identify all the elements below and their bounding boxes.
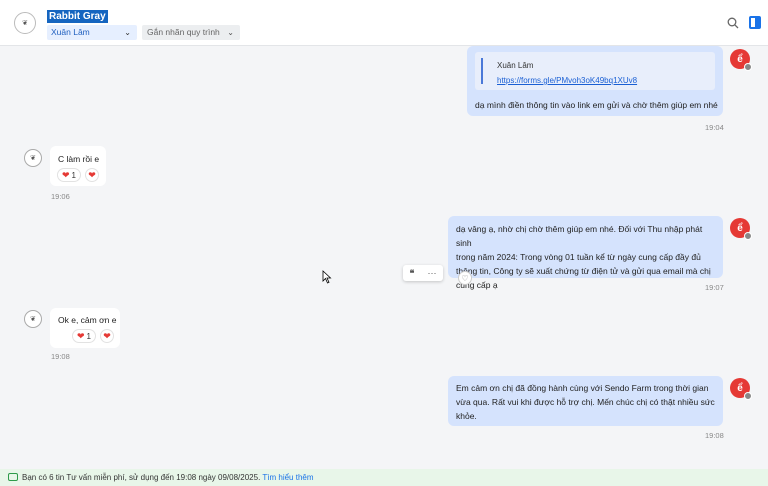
more-icon[interactable]: ···	[427, 268, 436, 278]
message-time: 19:04	[705, 123, 724, 132]
customer-avatar: ❦	[24, 310, 42, 328]
label-dropdown[interactable]: Gắn nhãn quy trình ⌄	[142, 25, 240, 40]
quoted-message[interactable]: Xuân Lâm https://forms.gle/PMvoh3oK49bq1…	[475, 52, 715, 90]
add-reaction-button[interactable]: ❤	[85, 168, 99, 182]
reaction-count: 1	[86, 331, 91, 341]
message-line: cung cấp ạ	[456, 280, 498, 290]
message-line: vừa qua. Rất vui khi được hỗ trợ chị. Mế…	[456, 397, 715, 407]
like-button[interactable]: ♡	[458, 271, 472, 285]
message-text: C làm rồi e	[58, 154, 100, 164]
quote-icon[interactable]: ❝	[410, 268, 415, 279]
learn-more-link[interactable]: Tìm hiểu thêm	[262, 473, 313, 482]
message-time: 19:07	[705, 283, 724, 292]
chat-header: ❦ Rabbit Gray Xuân Lâm ⌄ Gắn nhãn quy tr…	[0, 0, 768, 46]
contact-avatar[interactable]: ❦	[14, 12, 36, 34]
quote-author: Xuân Lâm	[497, 61, 534, 70]
message-line: thông tin, Công ty sẽ xuất chứng từ điện…	[456, 266, 711, 276]
message-bubble-outgoing[interactable]: Xuân Lâm https://forms.gle/PMvoh3oK49bq1…	[467, 46, 723, 116]
label-placeholder: Gắn nhãn quy trình	[147, 27, 220, 37]
assignee-label: Xuân Lâm	[51, 27, 90, 37]
reaction-bar[interactable]: ❤ 1 ❤	[57, 168, 99, 182]
message-line: trong năm 2024: Trong vòng 01 tuần kể từ…	[456, 252, 701, 262]
message-text: dạ mình điền thông tin vào link em gửi v…	[475, 100, 718, 110]
chevron-down-icon: ⌄	[227, 28, 234, 37]
free-consult-banner: Bạn có 6 tin Tư vấn miễn phí, sử dụng đế…	[0, 469, 768, 486]
message-line: dạ vâng ạ, nhờ chị chờ thêm giúp em nhé.…	[456, 224, 703, 248]
quote-link[interactable]: https://forms.gle/PMvoh3oK49bq1XUv8	[497, 74, 637, 88]
message-bubble-incoming[interactable]: C làm rồi e ❤ 1 ❤	[50, 146, 106, 186]
farm-logo-icon: ❦	[30, 154, 36, 162]
search-icon[interactable]	[727, 17, 739, 29]
contact-name[interactable]: Rabbit Gray	[47, 10, 108, 23]
mouse-cursor-icon	[322, 270, 332, 284]
heart-icon: ❤	[88, 170, 96, 180]
message-text: Ok e, cảm ơn e	[58, 315, 117, 325]
agent-avatar: ể	[730, 49, 752, 71]
agent-avatar: ể	[730, 378, 752, 400]
message-line: Em cảm ơn chị đã đồng hành cùng với Send…	[456, 383, 709, 393]
reaction-count-pill[interactable]: ❤ 1	[72, 329, 96, 343]
message-actions-toolbar: ❝ ···	[403, 265, 443, 281]
farm-logo-icon: ❦	[22, 19, 28, 27]
heart-icon: ❤	[103, 331, 111, 341]
reaction-count-pill[interactable]: ❤ 1	[57, 168, 81, 182]
reaction-bar[interactable]: ❤ 1 ❤	[72, 329, 114, 343]
reaction-count: 1	[71, 170, 76, 180]
message-line: khỏe.	[456, 411, 477, 421]
heart-outline-icon: ♡	[461, 273, 469, 283]
message-time: 19:06	[51, 192, 70, 201]
chat-bubble-icon	[8, 473, 18, 481]
message-bubble-outgoing[interactable]: Em cảm ơn chị đã đồng hành cùng với Send…	[448, 376, 723, 426]
customer-avatar: ❦	[24, 149, 42, 167]
assignee-dropdown[interactable]: Xuân Lâm ⌄	[47, 25, 137, 40]
heart-icon: ❤	[77, 331, 85, 341]
side-panel-icon[interactable]	[749, 16, 761, 29]
message-bubble-incoming[interactable]: Ok e, cảm ơn e ❤ 1 ❤	[50, 308, 120, 348]
heart-icon: ❤	[62, 170, 70, 180]
message-time: 19:08	[51, 352, 70, 361]
farm-logo-icon: ❦	[30, 315, 36, 323]
add-reaction-button[interactable]: ❤	[100, 329, 114, 343]
message-bubble-outgoing[interactable]: dạ vâng ạ, nhờ chị chờ thêm giúp em nhé.…	[448, 216, 723, 290]
banner-text: Bạn có 6 tin Tư vấn miễn phí, sử dụng đế…	[22, 473, 261, 482]
chevron-down-icon: ⌄	[124, 28, 131, 37]
agent-avatar: ể	[730, 218, 752, 240]
message-time: 19:08	[705, 431, 724, 440]
